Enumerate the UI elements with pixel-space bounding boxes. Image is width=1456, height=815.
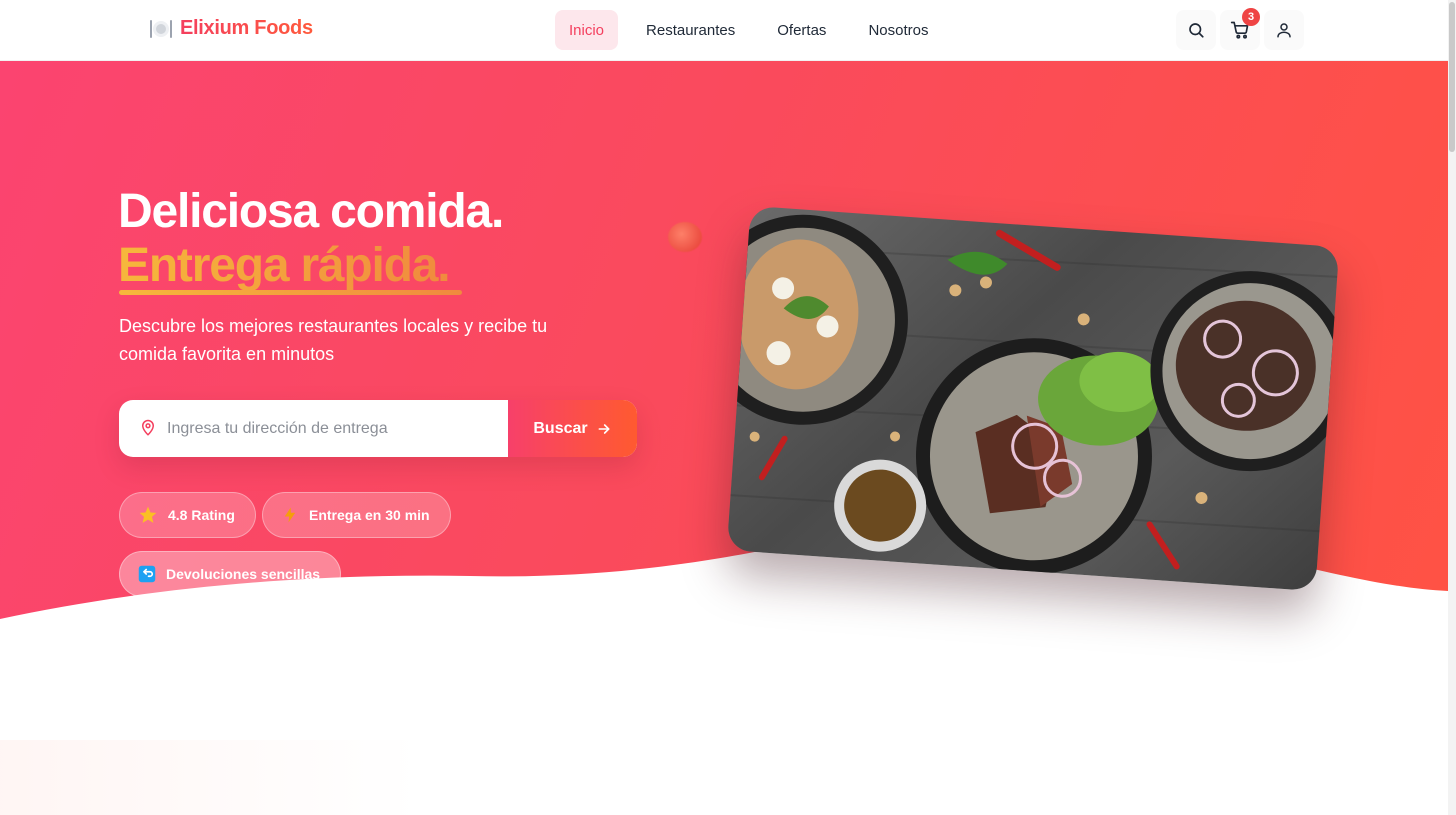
cart-button[interactable]: 3 (1220, 8, 1260, 50)
search-button-label: Buscar (533, 419, 588, 437)
return-arrow-icon (138, 565, 156, 583)
plate-utensils-icon (150, 18, 172, 40)
main-nav: Inicio Restaurantes Ofertas Nosotros (555, 10, 956, 50)
hero-title-line2: Entrega rápida. (118, 239, 451, 292)
delivery-time-label: Entrega en 30 min (309, 507, 430, 523)
star-icon (139, 506, 157, 523)
page-scrollbar[interactable] (1448, 0, 1456, 815)
top-navbar: Elixium Foods Inicio Restaurantes Oferta… (0, 0, 1448, 61)
user-icon (1277, 23, 1291, 38)
delivery-time-badge: Entrega en 30 min (262, 492, 451, 538)
returns-label: Devoluciones sencillas (166, 566, 321, 582)
nav-item-restaurantes[interactable]: Restaurantes (632, 10, 749, 50)
rating-badge: 4.8 Rating (119, 492, 256, 538)
title-underline (119, 290, 462, 295)
arrow-right-icon (598, 423, 610, 434)
rating-label: 4.8 Rating (168, 507, 235, 523)
lightning-icon (284, 507, 296, 523)
brand-name: Elixium Foods (180, 17, 313, 39)
tomato-decoration (668, 222, 702, 252)
hero-title-line1: Deliciosa comida. (118, 185, 504, 238)
search-icon (1189, 23, 1204, 38)
nav-item-inicio[interactable]: Inicio (555, 10, 619, 50)
nav-item-ofertas[interactable]: Ofertas (763, 10, 840, 50)
search-button[interactable] (1176, 10, 1216, 50)
location-pin-icon (141, 419, 155, 436)
search-submit-button[interactable]: Buscar (508, 400, 637, 457)
address-search-bar: Buscar (119, 400, 637, 457)
cart-count-badge: 3 (1242, 8, 1260, 26)
header-actions: 3 (1176, 8, 1304, 50)
returns-badge: Devoluciones sencillas (119, 551, 342, 597)
food-dishes-photo (726, 205, 1340, 592)
nav-item-nosotros[interactable]: Nosotros (854, 10, 942, 50)
address-input[interactable] (119, 400, 507, 457)
scrollbar-thumb[interactable] (1449, 2, 1455, 152)
brand-logo[interactable]: Elixium Foods (150, 17, 313, 40)
hero-subtitle: Descubre los mejores restaurantes locale… (119, 316, 548, 364)
account-button[interactable] (1264, 10, 1304, 50)
bottom-section-fade (0, 740, 420, 815)
